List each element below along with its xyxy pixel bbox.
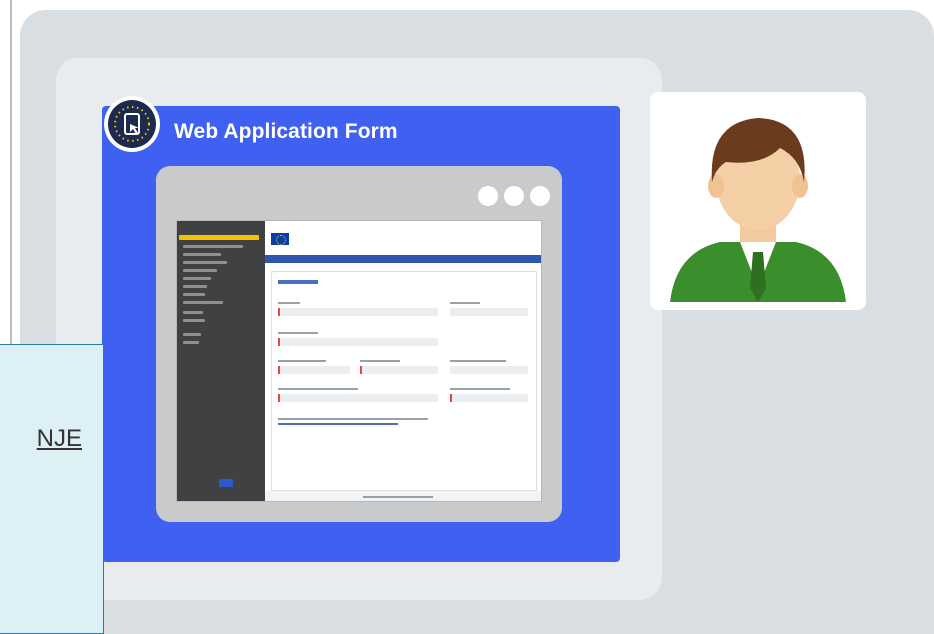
form-main [265, 221, 541, 501]
sidebar-item [183, 277, 211, 280]
form-content [271, 271, 537, 491]
sidebar-item [183, 253, 221, 256]
sidebar-item [183, 269, 217, 272]
form-field [278, 308, 438, 316]
form-sidebar [177, 221, 265, 501]
sidebar-item [183, 333, 201, 336]
form-footer [265, 491, 541, 501]
overlay-link[interactable]: NJE [0, 425, 82, 453]
person-avatar-icon [670, 118, 846, 302]
sidebar-item [179, 235, 259, 240]
sidebar-item [183, 261, 227, 264]
eu-flag-icon [271, 233, 289, 245]
form-field [278, 394, 438, 402]
form-nav-bar [265, 255, 541, 263]
sidebar-item [183, 301, 223, 304]
section-heading [278, 280, 318, 284]
erasmus-web-form-logo-icon [108, 100, 156, 148]
form-field [450, 394, 528, 402]
sidebar-item [183, 319, 205, 322]
avatar-card [650, 92, 866, 310]
field-label [450, 388, 510, 390]
footer-text [363, 496, 433, 498]
field-label [278, 388, 358, 390]
window-dot-icon [504, 186, 524, 206]
field-label [278, 360, 326, 362]
window-dot-icon [530, 186, 550, 206]
field-label [278, 302, 300, 304]
sidebar-item [183, 341, 199, 344]
field-label [278, 332, 318, 334]
form-field [278, 338, 438, 346]
sidebar-item [183, 311, 203, 314]
window-dot-icon [478, 186, 498, 206]
field-label [360, 360, 400, 362]
overlay-panel: NJE [0, 344, 104, 634]
help-link [278, 423, 398, 425]
sidebar-button [219, 479, 233, 487]
form-field [450, 366, 528, 374]
sidebar-item [183, 293, 205, 296]
form-screenshot [176, 220, 542, 502]
sidebar-item [183, 285, 207, 288]
form-field [360, 366, 438, 374]
logo-badge [104, 96, 160, 152]
field-label [450, 360, 506, 362]
field-label [450, 302, 480, 304]
illustration-page: Web Application Form NJE [0, 0, 934, 634]
form-field [278, 366, 350, 374]
vertical-divider [10, 0, 12, 345]
help-text [278, 418, 428, 420]
card-title: Web Application Form [174, 120, 398, 143]
form-field [450, 308, 528, 316]
sidebar-item [183, 245, 243, 248]
